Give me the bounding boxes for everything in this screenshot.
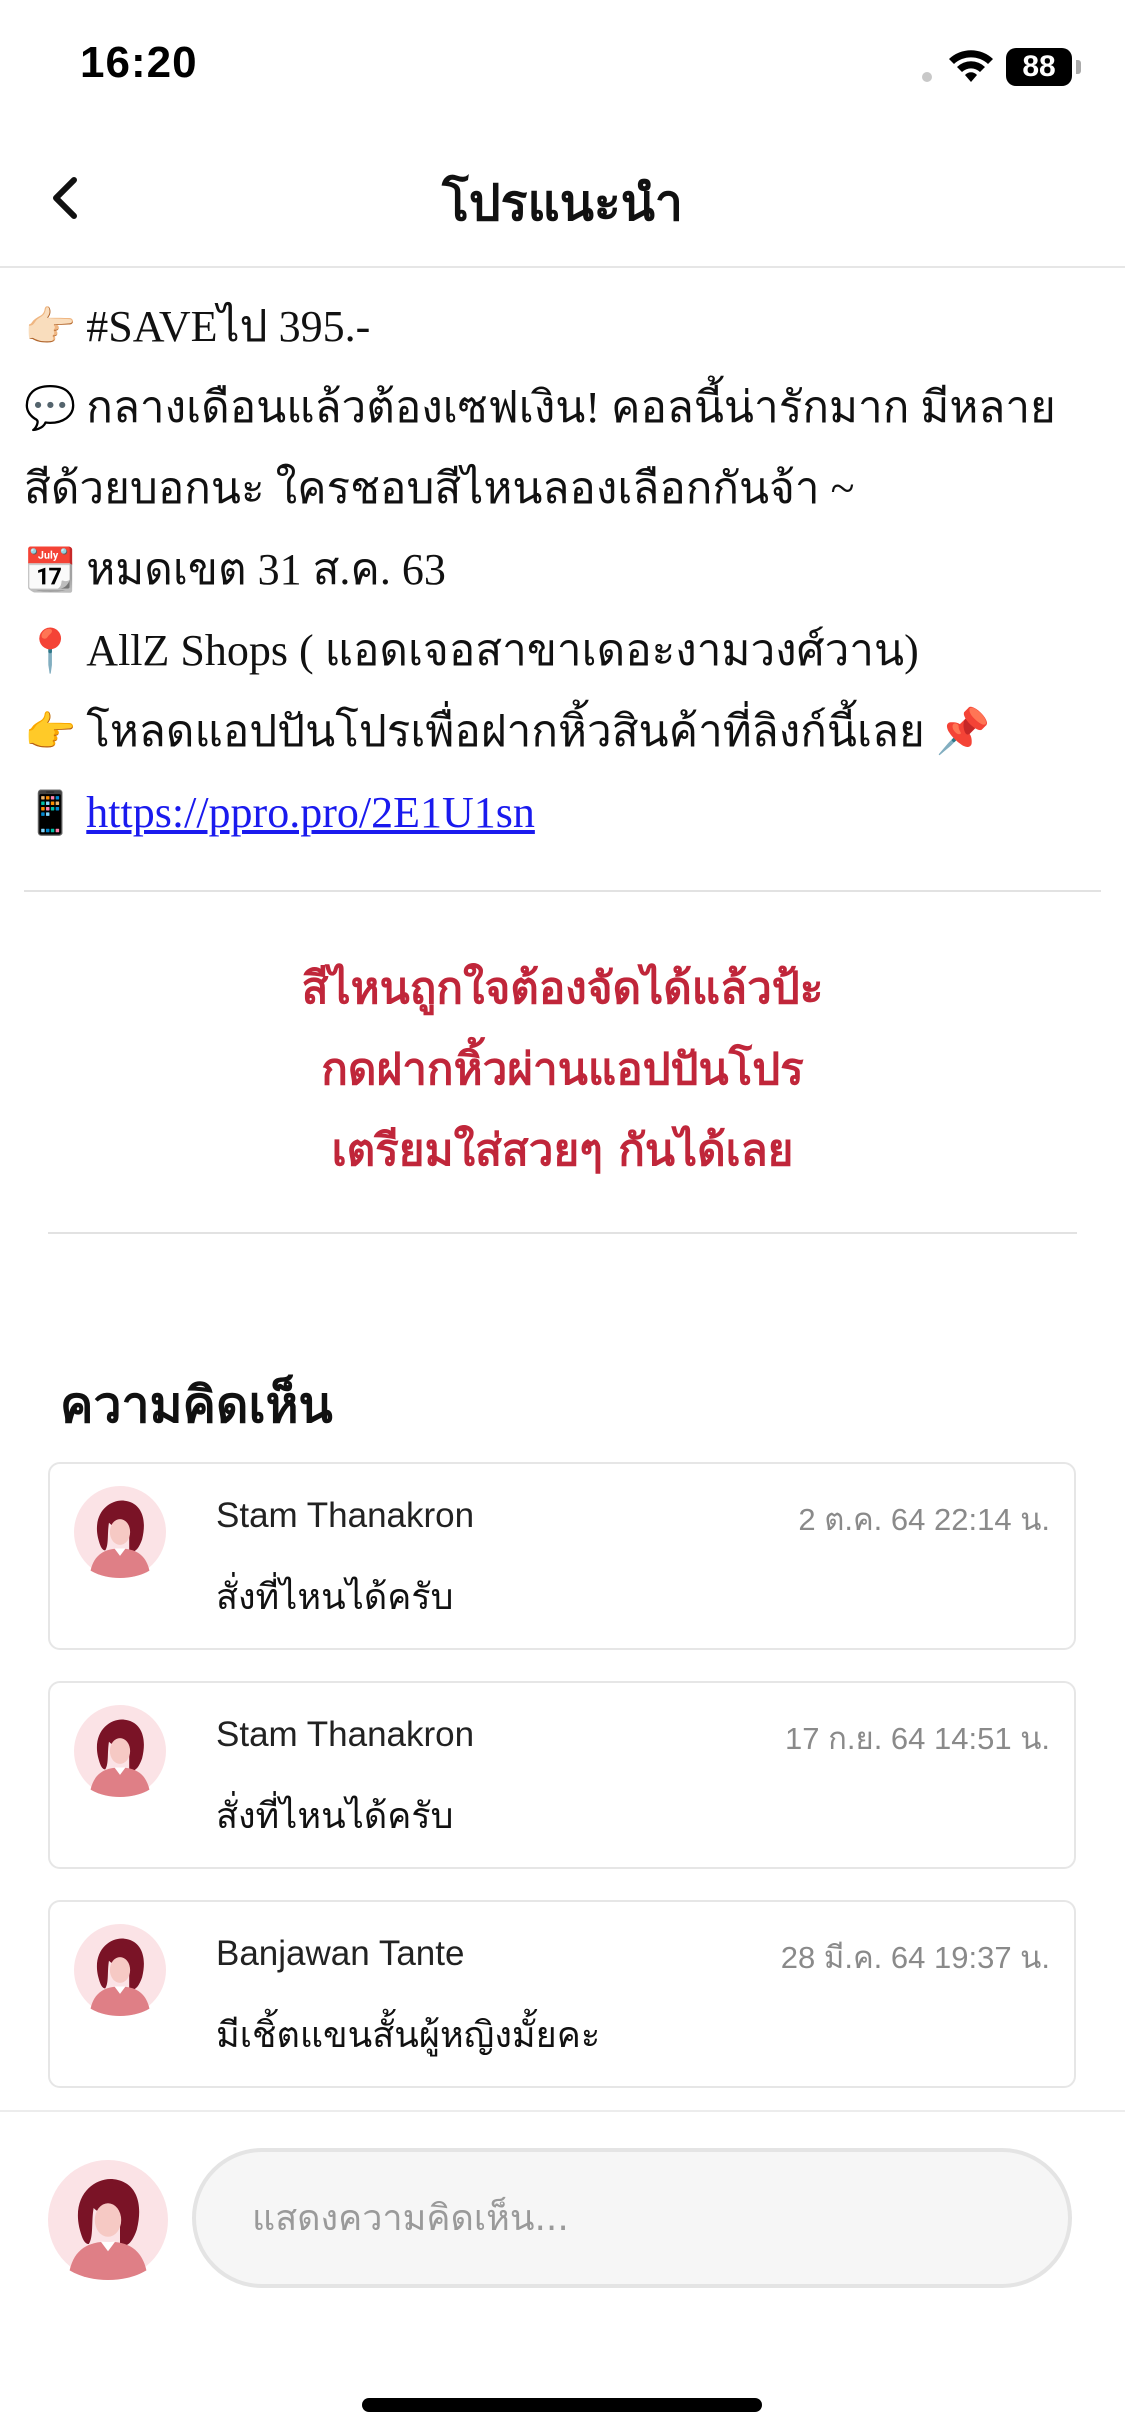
calendar-icon: 📆 bbox=[24, 545, 77, 594]
battery-nub bbox=[1076, 60, 1081, 74]
post-line-text: สีด้วยบอกนะ ใครชอบสีไหนลองเลือกกันจ้า ~ bbox=[24, 464, 855, 513]
comment-date: 28 มี.ค. 64 19:37 น. bbox=[780, 1940, 1050, 1975]
divider bbox=[48, 1232, 1077, 1234]
post-line-text: #SAVEไป 395.- bbox=[86, 302, 371, 351]
mobile-phone-icon: 📱 bbox=[24, 788, 77, 837]
comment-card: Banjawan Tante 28 มี.ค. 64 19:37 น. มีเช… bbox=[48, 1900, 1076, 2088]
post-link[interactable]: https://ppro.pro/2E1U1sn bbox=[86, 788, 535, 837]
post-line: 📍 AllZ Shops ( แอดเจอสาขาเดอะงามวงศ์วาน) bbox=[24, 610, 1104, 691]
avatar bbox=[48, 2160, 168, 2280]
avatar bbox=[74, 1486, 166, 1578]
post-body: 👉🏻 #SAVEไป 395.- 💬 กลางเดือนแล้วต้องเซฟเงิ… bbox=[24, 286, 1104, 853]
post-line-text: หมดเขต 31 ส.ค. 63 bbox=[86, 545, 446, 594]
promo-line: สีไหนถูกใจต้องจัดได้แล้วป้ะ bbox=[301, 963, 824, 1014]
comment-text: สั่งที่ไหนได้ครับ bbox=[216, 1796, 454, 1837]
status-bar: 16:20 88 bbox=[0, 0, 1125, 130]
comment-input[interactable] bbox=[192, 2148, 1072, 2288]
location-pin-icon: 📍 bbox=[24, 626, 77, 675]
speech-bubble-icon: 💬 bbox=[24, 383, 77, 432]
comment-text: มีเชิ้ตแขนสั้นผู้หญิงมั้ยคะ bbox=[216, 2015, 601, 2056]
wifi-icon bbox=[949, 50, 993, 82]
divider bbox=[24, 890, 1101, 892]
pointing-hand-icon: 👉 bbox=[24, 707, 77, 756]
post-line-text: กลางเดือนแล้วต้องเซฟเงิน! คอลนี้น่ารักมา… bbox=[86, 383, 1056, 432]
comment-card: Stam Thanakron 17 ก.ย. 64 14:51 น. สั่งท… bbox=[48, 1681, 1076, 1869]
post-line: 📆 หมดเขต 31 ส.ค. 63 bbox=[24, 529, 1104, 610]
page-title: โปรแนะนำ bbox=[442, 174, 683, 232]
home-indicator[interactable] bbox=[362, 2398, 762, 2412]
post-line: 👉 โหลดแอปปันโปรเพื่อฝากหิ้วสินค้าที่ลิงก์… bbox=[24, 691, 1104, 772]
comment-date: 2 ต.ค. 64 22:14 น. bbox=[798, 1502, 1050, 1537]
promo-line: เตรียมใส่สวยๆ กันได้เลย bbox=[331, 1125, 794, 1176]
avatar bbox=[74, 1705, 166, 1797]
signal-indicator-icon bbox=[922, 72, 932, 82]
comment-text: สั่งที่ไหนได้ครับ bbox=[216, 1577, 454, 1618]
promo-line: กดฝากหิ้วผ่านแอปปันโปร bbox=[321, 1044, 804, 1095]
avatar bbox=[74, 1924, 166, 2016]
post-line-text: โหลดแอปปันโปรเพื่อฝากหิ้วสินค้าที่ลิงก์น… bbox=[86, 707, 991, 756]
navigation-bar: โปรแนะนำ bbox=[0, 130, 1125, 268]
pointing-hand-icon: 👉🏻 bbox=[24, 302, 77, 351]
post-line-text: AllZ Shops ( แอดเจอสาขาเดอะงามวงศ์วาน) bbox=[86, 626, 919, 675]
comments-heading: ความคิดเห็น bbox=[60, 1376, 333, 1434]
comment-author: Banjawan Tante bbox=[216, 1934, 465, 1973]
post-line: 📱 https://ppro.pro/2E1U1sn bbox=[24, 772, 1104, 853]
comment-card: Stam Thanakron 2 ต.ค. 64 22:14 น. สั่งที… bbox=[48, 1462, 1076, 1650]
comment-author: Stam Thanakron bbox=[216, 1715, 475, 1754]
comment-date: 17 ก.ย. 64 14:51 น. bbox=[785, 1721, 1050, 1756]
battery-indicator: 88 bbox=[1006, 48, 1072, 86]
status-time: 16:20 bbox=[80, 38, 198, 87]
post-line: 💬 กลางเดือนแล้วต้องเซฟเงิน! คอลนี้น่ารักม… bbox=[24, 367, 1104, 448]
post-line: สีด้วยบอกนะ ใครชอบสีไหนลองเลือกกันจ้า ~ bbox=[24, 448, 1104, 529]
post-line: 👉🏻 #SAVEไป 395.- bbox=[24, 286, 1104, 367]
comment-input-bar bbox=[0, 2112, 1125, 2436]
promo-text: สีไหนถูกใจต้องจัดได้แล้วป้ะ กดฝากหิ้วผ่า… bbox=[0, 948, 1125, 1191]
comment-author: Stam Thanakron bbox=[216, 1496, 475, 1535]
